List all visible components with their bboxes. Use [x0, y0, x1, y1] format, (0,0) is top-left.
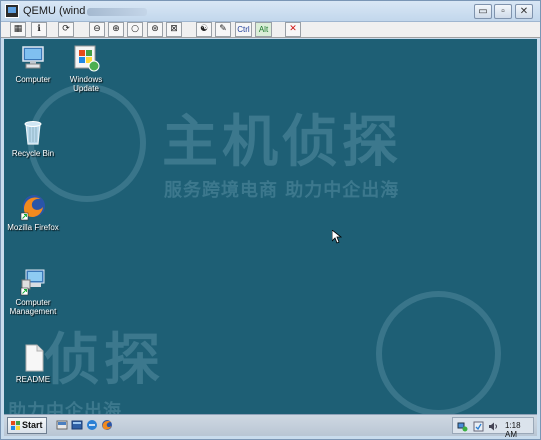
- desktop-icon-computer[interactable]: Computer: [4, 43, 62, 84]
- recycle-bin-icon: [24, 121, 42, 145]
- internet-explorer-icon[interactable]: [86, 419, 98, 431]
- desktop-icon-recycle-bin[interactable]: Recycle Bin: [4, 117, 62, 158]
- icon-label: README: [15, 375, 51, 384]
- title-bar[interactable]: QEMU (wind ▭ ▫ ✕: [1, 1, 540, 22]
- watermark-brand: 主机侦探: [162, 110, 402, 175]
- system-tray: 1:18 AM: [452, 417, 534, 439]
- taskbar: Start 1:18 AM: [4, 414, 537, 439]
- computer-management-icon: [20, 269, 45, 296]
- watermark-brand-partial: 侦探: [44, 328, 164, 393]
- refresh-icon[interactable]: ⟳: [58, 22, 74, 37]
- taskbar-clock[interactable]: 1:18 AM: [505, 421, 533, 439]
- start-label: Start: [22, 420, 43, 430]
- zoom-reset-icon[interactable]: ○: [127, 22, 143, 37]
- desktop-icon-mozilla-firefox[interactable]: Mozilla Firefox: [4, 191, 62, 232]
- minimize-button[interactable]: ▭: [474, 4, 492, 19]
- qemu-app-icon: [5, 4, 19, 18]
- redacted-title-segment: [87, 8, 147, 16]
- firefox-quicklaunch-icon[interactable]: [101, 419, 113, 431]
- icon-label: Windows Update: [69, 75, 103, 93]
- watermark-slogan-partial: 助力中企出海: [8, 401, 122, 414]
- windows-logo-icon: [11, 421, 20, 430]
- watermark-logo-icon: [376, 291, 501, 414]
- mouse-cursor-icon: [332, 230, 342, 244]
- show-desktop-icon[interactable]: [56, 419, 68, 431]
- network-icon[interactable]: [457, 421, 468, 432]
- start-button[interactable]: Start: [7, 417, 47, 434]
- windows-update-icon: [74, 45, 100, 72]
- mouse-icon[interactable]: ☯: [196, 22, 212, 37]
- action-center-icon[interactable]: [473, 421, 484, 432]
- close-button[interactable]: ✕: [515, 4, 533, 19]
- ctrl-key-button[interactable]: Ctrl: [235, 22, 252, 37]
- server-manager-icon[interactable]: [71, 419, 83, 431]
- fullscreen-icon[interactable]: ⊠: [166, 22, 182, 37]
- zoom-in-icon[interactable]: ⊕: [108, 22, 124, 37]
- icon-label: Computer: [15, 75, 51, 84]
- window-title: QEMU (wind: [23, 5, 86, 17]
- desktop-icon-windows-update[interactable]: Windows Update: [57, 43, 115, 93]
- info-icon[interactable]: ℹ: [31, 22, 47, 37]
- icon-label: Recycle Bin: [11, 149, 55, 158]
- desktop-icon-computer-management[interactable]: Computer Management: [4, 266, 62, 316]
- toolbar: ▦ ℹ ⟳ ⊖ ⊕ ○ ⊛ ⊠ ☯ ✎ Ctrl Alt ✕: [1, 22, 540, 38]
- alt-key-button[interactable]: Alt: [255, 22, 272, 37]
- properties-icon[interactable]: ▦: [10, 22, 26, 37]
- icon-label: Computer Management: [9, 298, 57, 316]
- volume-icon[interactable]: [488, 421, 499, 432]
- computer-icon: [22, 46, 44, 69]
- firefox-icon: [20, 195, 45, 221]
- qemu-window: QEMU (wind ▭ ▫ ✕ ▦ ℹ ⟳ ⊖ ⊕ ○ ⊛ ⊠ ☯ ✎ Ctr…: [0, 0, 541, 440]
- zoom-out-icon[interactable]: ⊖: [89, 22, 105, 37]
- disconnect-button[interactable]: ✕: [285, 22, 301, 37]
- icon-label: Mozilla Firefox: [7, 223, 59, 232]
- desktop-icon-readme[interactable]: README: [4, 343, 62, 384]
- keyboard-icon[interactable]: ✎: [215, 22, 231, 37]
- desktop[interactable]: 主机侦探 服务跨境电商 助力中企出海 侦探 助力中企出海 Computer Wi…: [4, 39, 537, 414]
- restore-button[interactable]: ▫: [494, 4, 512, 19]
- watermark-slogan: 服务跨境电商 助力中企出海: [164, 180, 400, 201]
- zoom-fit-icon[interactable]: ⊛: [147, 22, 163, 37]
- text-document-icon: [25, 344, 44, 372]
